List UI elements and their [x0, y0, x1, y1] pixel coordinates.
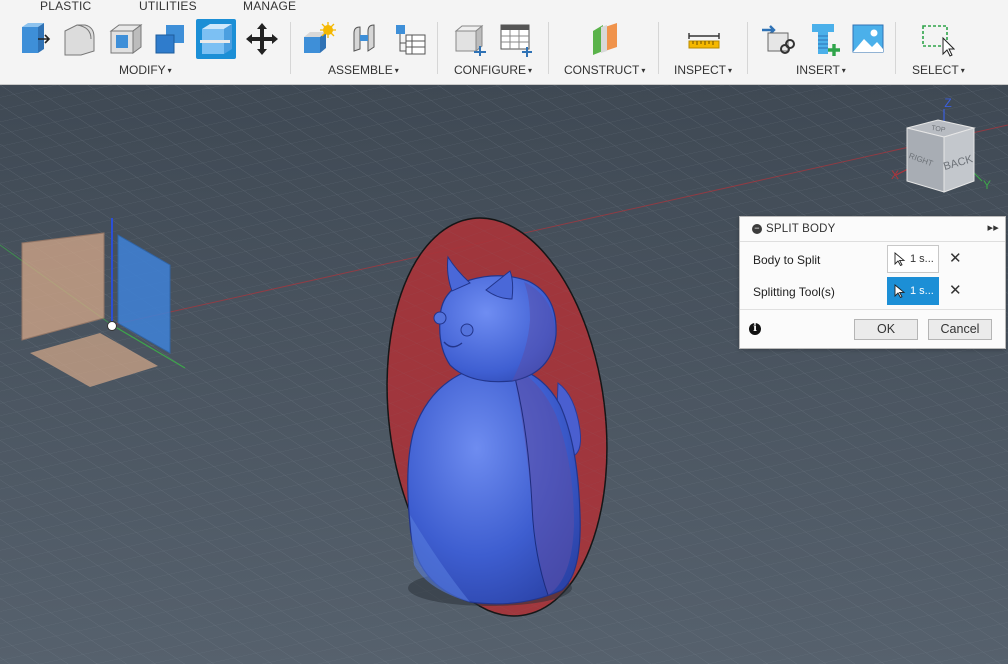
- viewcube-z-letter: Z: [944, 96, 951, 110]
- splitting-tool-row: Splitting Tool(s) 1 s... ✕: [740, 276, 1005, 306]
- chevron-down-icon: ▾: [841, 66, 846, 75]
- combine-button[interactable]: [150, 19, 190, 59]
- origin-point[interactable]: [107, 321, 117, 331]
- configure-box-icon: [454, 24, 486, 56]
- select-label: SELECT: [912, 63, 959, 77]
- fillet-icon: [64, 24, 95, 56]
- combine-icon: [155, 25, 184, 54]
- model-eye-left: [433, 311, 447, 325]
- divider: [658, 22, 659, 74]
- construct-plane-button[interactable]: [585, 19, 625, 59]
- select-window-button[interactable]: [917, 19, 957, 59]
- insert-mcmaster-icon: [812, 24, 840, 56]
- body-to-split-row: Body to Split 1 s... ✕: [740, 244, 1005, 274]
- insert-derive-icon: [762, 25, 795, 54]
- cursor-icon: [894, 284, 906, 298]
- joint-button[interactable]: [344, 19, 384, 59]
- collapse-icon[interactable]: −: [752, 224, 762, 234]
- splitting-tool-label: Splitting Tool(s): [753, 285, 835, 299]
- divider: [548, 22, 549, 74]
- divider: [747, 22, 748, 74]
- shell-icon: [109, 24, 143, 54]
- chevron-down-icon: ▾: [960, 66, 965, 75]
- split-body-dialog: − SPLIT BODY ▸▸ Body to Split 1 s... ✕ S…: [739, 216, 1006, 349]
- cancel-button[interactable]: Cancel: [928, 319, 992, 340]
- fillet-button[interactable]: [59, 19, 99, 59]
- new-component-icon: [304, 22, 336, 53]
- body-to-split-value: 1 s...: [910, 253, 934, 265]
- insert-mcmaster-button[interactable]: [804, 19, 844, 59]
- configure-table-button[interactable]: [496, 19, 536, 59]
- tab-utilities[interactable]: UTILITIES: [139, 0, 197, 13]
- viewcube-y-letter: Y: [983, 178, 991, 192]
- cursor-icon: [894, 252, 906, 266]
- toolbar: PLASTIC UTILITIES MANAGE MODIFY ▾ ASSEMBL…: [0, 0, 1008, 85]
- clear-body-selection-icon[interactable]: ✕: [949, 249, 962, 267]
- tab-plastic[interactable]: PLASTIC: [40, 0, 91, 13]
- inspect-label: INSPECT: [674, 63, 727, 77]
- construct-menu[interactable]: CONSTRUCT ▾: [564, 63, 645, 77]
- press-pull-icon: [22, 23, 51, 53]
- info-icon[interactable]: i: [749, 323, 761, 335]
- canvas-viewport[interactable]: [0, 85, 1008, 664]
- insert-menu[interactable]: INSERT ▾: [796, 63, 846, 77]
- tab-manage[interactable]: MANAGE: [243, 0, 296, 13]
- modify-menu[interactable]: MODIFY ▾: [119, 63, 172, 77]
- select-menu[interactable]: SELECT ▾: [912, 63, 965, 77]
- chevron-down-icon: ▾: [528, 66, 533, 75]
- view-cube[interactable]: TOP RIGHT BACK Z X Y: [882, 95, 994, 195]
- insert-canvas-button[interactable]: [848, 19, 888, 59]
- insert-label: INSERT: [796, 63, 840, 77]
- configure-label: CONFIGURE: [454, 63, 526, 77]
- viewcube-x-letter: X: [891, 168, 899, 182]
- divider: [895, 22, 896, 74]
- splitting-tool-value: 1 s...: [910, 285, 934, 297]
- chevron-down-icon: ▾: [394, 66, 399, 75]
- measure-button[interactable]: [684, 19, 724, 59]
- move-button[interactable]: [242, 19, 282, 59]
- body-to-split-label: Body to Split: [753, 253, 821, 267]
- chevron-down-icon: ▾: [167, 66, 172, 75]
- new-component-button[interactable]: [298, 19, 338, 59]
- divider: [437, 22, 438, 74]
- chevron-down-icon: ▾: [641, 66, 646, 75]
- clear-tool-selection-icon[interactable]: ✕: [949, 281, 962, 299]
- measure-icon: [688, 33, 720, 49]
- splitting-tool-selector[interactable]: 1 s...: [887, 277, 939, 305]
- model-eye-right: [460, 323, 474, 337]
- move-icon: [246, 23, 278, 55]
- select-window-icon: [922, 25, 955, 57]
- expand-icon[interactable]: ▸▸: [988, 221, 999, 234]
- insert-canvas-icon: [852, 24, 884, 53]
- assemble-menu[interactable]: ASSEMBLE ▾: [328, 63, 399, 77]
- split-body-button[interactable]: [196, 19, 236, 59]
- press-pull-button[interactable]: [14, 19, 54, 59]
- configure-menu[interactable]: CONFIGURE ▾: [454, 63, 532, 77]
- divider: [290, 22, 291, 74]
- construct-label: CONSTRUCT: [564, 63, 640, 77]
- dialog-title: SPLIT BODY: [766, 223, 836, 235]
- dialog-footer: i OK Cancel: [740, 309, 1005, 348]
- inspect-menu[interactable]: INSPECT ▾: [674, 63, 732, 77]
- viewcube-y-axis: [973, 172, 983, 182]
- plane-icon: [593, 23, 617, 55]
- insert-derive-button[interactable]: [758, 19, 798, 59]
- dialog-header: − SPLIT BODY ▸▸: [740, 217, 1005, 242]
- parameters-table-icon: [396, 25, 426, 55]
- chevron-down-icon: ▾: [728, 66, 733, 75]
- assemble-label: ASSEMBLE: [328, 63, 393, 77]
- configure-box-button[interactable]: [450, 19, 490, 59]
- parameters-table-button[interactable]: [390, 19, 430, 59]
- shell-button[interactable]: [105, 19, 145, 59]
- model-scene[interactable]: [0, 85, 1008, 664]
- joint-icon: [353, 24, 375, 52]
- body-to-split-selector[interactable]: 1 s...: [887, 245, 939, 273]
- modify-label: MODIFY: [119, 63, 166, 77]
- ok-button[interactable]: OK: [854, 319, 918, 340]
- split-body-icon: [200, 24, 232, 54]
- configure-table-icon: [500, 24, 532, 57]
